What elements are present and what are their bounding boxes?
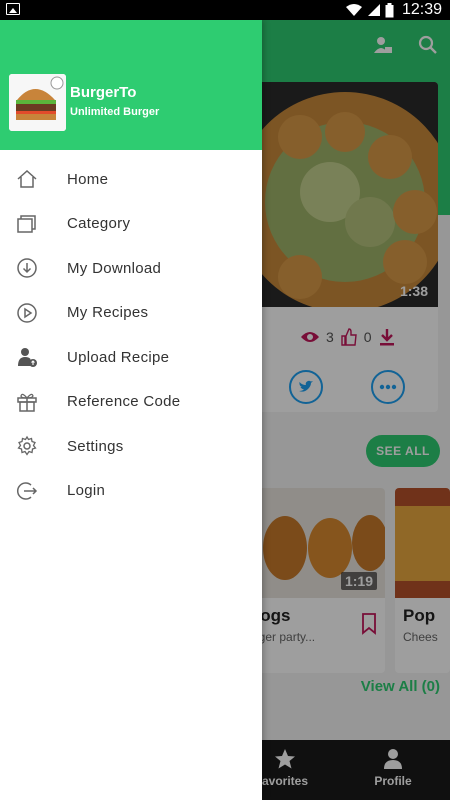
drawer-header: BurgerTo Unlimited Burger [0, 20, 262, 150]
menu-label: Home [67, 170, 109, 188]
app-tagline: Unlimited Burger [70, 106, 160, 118]
menu-item-login[interactable]: Login [0, 469, 262, 514]
wifi-icon [345, 4, 362, 16]
battery-icon [385, 2, 394, 17]
status-bar: 12:39 [0, 0, 450, 20]
status-right: 12:39 [345, 1, 442, 19]
navigation-drawer: BurgerTo Unlimited Burger Home Category … [0, 20, 262, 800]
menu-label: Login [67, 482, 106, 500]
download-icon [17, 258, 37, 278]
menu-item-settings[interactable]: Settings [0, 424, 262, 469]
category-icon [17, 215, 36, 233]
upload-user-icon [18, 348, 37, 368]
app-name: BurgerTo [70, 84, 137, 101]
menu-item-my-recipes[interactable]: My Recipes [0, 291, 262, 336]
menu-label: My Download [67, 259, 162, 277]
menu-item-upload-recipe[interactable]: Upload Recipe [0, 335, 262, 380]
gear-icon [17, 435, 37, 456]
menu-item-reference-code[interactable]: Reference Code [0, 380, 262, 425]
gift-icon [17, 393, 37, 412]
menu-item-my-download[interactable]: My Download [0, 246, 262, 291]
cell-signal-icon [367, 4, 380, 16]
menu-label: Reference Code [67, 393, 181, 411]
menu-label: Upload Recipe [67, 348, 170, 366]
menu-label: Category [67, 215, 131, 233]
status-time: 12:39 [401, 1, 442, 18]
app-logo [9, 74, 66, 131]
menu-item-home[interactable]: Home [0, 157, 262, 202]
menu-item-category[interactable]: Category [0, 202, 262, 247]
login-icon [16, 482, 38, 500]
drawer-menu: Home Category My Download My Recipes Upl… [0, 157, 262, 513]
menu-label: Settings [67, 437, 124, 455]
play-icon [17, 303, 37, 323]
image-notification-icon [6, 3, 20, 15]
home-icon [17, 170, 37, 188]
menu-label: My Recipes [67, 304, 149, 322]
